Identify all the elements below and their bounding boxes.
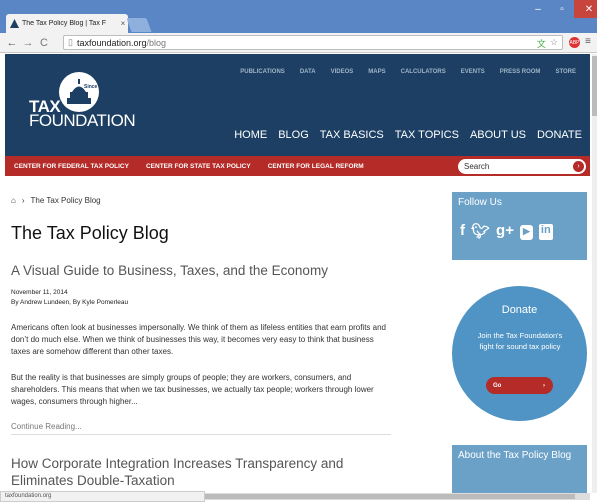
browser-tab[interactable]: The Tax Policy Blog | Tax F × <box>6 14 128 33</box>
search-input[interactable]: Search › <box>458 159 586 174</box>
post-title-link[interactable]: A Visual Guide to Business, Taxes, and t… <box>11 262 391 279</box>
browser-toolbar: ← → C ▯ taxfoundation.org/blog 文 ☆ ABP <box>0 33 597 53</box>
minimize-icon[interactable]: – <box>526 0 550 18</box>
nav-events[interactable]: EVENTS <box>461 69 485 75</box>
forward-icon[interactable]: → <box>20 37 36 49</box>
nav-tax-basics[interactable]: TAX BASICS <box>320 129 384 141</box>
post-paragraph: But the reality is that businesses are s… <box>11 373 374 406</box>
logo-capitol-disc <box>59 72 99 112</box>
about-blog-label: About the Tax Policy Blog <box>458 450 572 461</box>
chevron-right-icon: › <box>21 196 25 205</box>
follow-us-label: Follow Us <box>458 197 502 208</box>
facebook-icon[interactable]: f <box>460 222 465 240</box>
adblock-icon[interactable]: ABP <box>569 37 580 48</box>
twitter-icon[interactable]: 🐦︎ <box>471 222 490 240</box>
window-controls: – ▫ ✕ <box>526 0 597 18</box>
browser-menu-icon[interactable]: ≡ <box>585 36 591 47</box>
donate-go-label: Go <box>493 382 502 389</box>
breadcrumb-current: The Tax Policy Blog <box>30 196 101 205</box>
nav-press-room[interactable]: PRESS ROOM <box>500 69 541 75</box>
nav-publications[interactable]: PUBLICATIONS <box>240 69 285 75</box>
home-icon[interactable]: ⌂ <box>11 196 16 205</box>
chevron-right-icon: › <box>543 382 545 389</box>
back-icon[interactable]: ← <box>4 37 20 49</box>
page-icon: ▯ <box>68 37 73 47</box>
new-tab-button[interactable] <box>126 18 152 32</box>
post-title-link[interactable]: How Corporate Integration Increases Tran… <box>11 455 391 489</box>
logo-since-text: Since 1937 <box>84 84 110 90</box>
social-icons: f 🐦︎ g+ ▶ in <box>460 222 553 240</box>
post-divider <box>11 434 391 435</box>
site-header: Since 1937 TAX FOUNDATION PUBLICATIONS D… <box>5 54 590 156</box>
nav-legal-reform[interactable]: CENTER FOR LEGAL REFORM <box>268 163 364 170</box>
donate-go-button[interactable]: Go › <box>486 377 553 394</box>
center-nav: CENTER FOR FEDERAL TAX POLICY CENTER FOR… <box>5 156 590 176</box>
horizontal-scrollbar[interactable] <box>205 493 590 500</box>
browser-titlebar: The Tax Policy Blog | Tax F × – ▫ ✕ <box>0 0 597 33</box>
nav-videos[interactable]: VIDEOS <box>331 69 354 75</box>
reload-icon[interactable]: C <box>36 37 52 49</box>
search-go-icon[interactable]: › <box>573 161 584 172</box>
youtube-icon[interactable]: ▶ <box>519 225 533 240</box>
scroll-thumb[interactable] <box>592 56 597 116</box>
address-bar[interactable]: ▯ taxfoundation.org/blog 文 ☆ <box>63 35 563 50</box>
post-paragraph: Americans often look at businesses imper… <box>11 323 386 356</box>
page-title: The Tax Policy Blog <box>11 223 169 243</box>
tax-foundation-logo[interactable]: Since 1937 TAX FOUNDATION <box>29 72 144 132</box>
scroll-thumb[interactable] <box>205 494 575 499</box>
omnibox-icons: 文 ☆ <box>537 37 558 50</box>
capitol-icon <box>67 79 91 104</box>
follow-us-box: Follow Us f 🐦︎ g+ ▶ in <box>452 192 587 260</box>
nav-store[interactable]: STORE <box>555 69 576 75</box>
status-bar: taxfoundation.org <box>0 491 205 502</box>
nav-federal-tax-policy[interactable]: CENTER FOR FEDERAL TAX POLICY <box>14 163 129 170</box>
logo-foundation-text: FOUNDATION <box>29 111 136 130</box>
utility-nav: PUBLICATIONS DATA VIDEOS MAPS CALCULATOR… <box>240 69 576 75</box>
search-placeholder: Search <box>464 162 490 171</box>
close-window-icon[interactable]: ✕ <box>574 0 597 18</box>
donate-circle: Donate Join the Tax Foundation's fight f… <box>452 286 587 421</box>
post-date: November 11, 2014 <box>11 289 68 296</box>
post-authors: By Andrew Lundeen, By Kyle Pomerleau <box>11 299 129 306</box>
breadcrumb: ⌂ › The Tax Policy Blog <box>11 196 101 205</box>
nav-about-us[interactable]: ABOUT US <box>470 129 526 141</box>
translate-icon[interactable]: 文 <box>537 37 546 50</box>
donate-text: Join the Tax Foundation's fight for soun… <box>477 331 563 351</box>
nav-calculators[interactable]: CALCULATORS <box>401 69 446 75</box>
linkedin-icon[interactable]: in <box>538 224 553 240</box>
about-blog-box: About the Tax Policy Blog <box>452 445 587 495</box>
tax-foundation-favicon <box>10 19 19 28</box>
tab-title: The Tax Policy Blog | Tax F <box>22 20 107 27</box>
url-host: taxfoundation.org <box>76 37 147 48</box>
google-plus-icon[interactable]: g+ <box>496 222 514 240</box>
nav-state-tax-policy[interactable]: CENTER FOR STATE TAX POLICY <box>146 163 251 170</box>
continue-reading-link[interactable]: Continue Reading... <box>11 422 82 431</box>
nav-home[interactable]: HOME <box>234 129 267 141</box>
url-path: /blog <box>146 37 167 48</box>
maximize-icon[interactable]: ▫ <box>550 0 574 18</box>
nav-donate[interactable]: DONATE <box>537 129 582 141</box>
nav-blog[interactable]: BLOG <box>278 129 309 141</box>
nav-tax-topics[interactable]: TAX TOPICS <box>395 129 459 141</box>
nav-maps[interactable]: MAPS <box>368 69 385 75</box>
donate-title: Donate <box>501 304 538 316</box>
nav-data[interactable]: DATA <box>300 69 316 75</box>
bookmark-star-icon[interactable]: ☆ <box>550 37 558 50</box>
vertical-scrollbar[interactable] <box>592 54 597 493</box>
main-nav: HOME BLOG TAX BASICS TAX TOPICS ABOUT US… <box>234 129 582 141</box>
